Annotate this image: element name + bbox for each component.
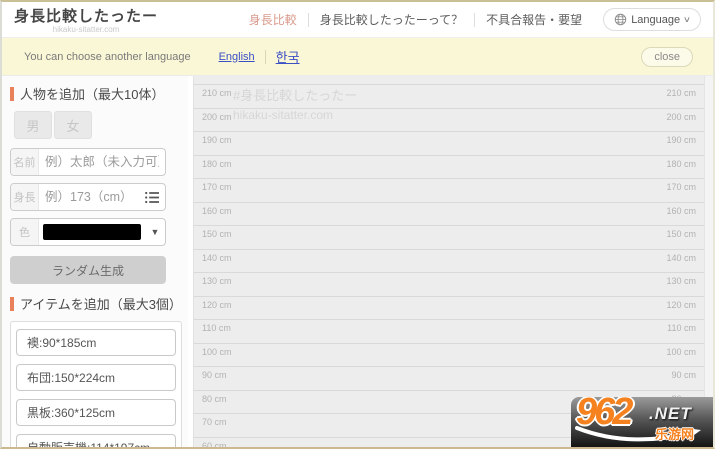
tick-label-right: 170 cm xyxy=(666,182,696,202)
color-swatch xyxy=(43,224,141,240)
name-input[interactable] xyxy=(39,155,165,169)
site-brand[interactable]: 身長比較したったー hikaku-sitatter.com xyxy=(14,5,158,34)
person-section-title: 人物を追加（最大10体） xyxy=(10,84,188,103)
tick-label-left: 70 cm xyxy=(202,417,227,437)
name-field-group: 名前 xyxy=(10,148,166,176)
item-panel: 襖:90*185cm 布団:150*224cm 黒板:360*125cm 自動販売機:… xyxy=(10,321,182,449)
tick-label-right: 210 cm xyxy=(666,88,696,108)
scale-row: 130 cm 130 cm xyxy=(194,272,704,296)
chart-scrollbar[interactable] xyxy=(704,76,713,449)
962-domain: .NET xyxy=(649,404,692,424)
tick-label-left: 90 cm xyxy=(202,370,227,390)
site-subtitle: hikaku-sitatter.com xyxy=(14,25,158,34)
tick-label-left: 180 cm xyxy=(202,159,232,179)
tick-label-right: 140 cm xyxy=(666,253,696,273)
height-field-group: 身長 xyxy=(10,183,166,211)
tick-label-right: 90 cm xyxy=(671,370,696,390)
nav-item-about[interactable]: 身長比較したったーって？ xyxy=(309,11,474,28)
item-section-title: アイテムを追加（最大3個） xyxy=(10,294,188,313)
scale-row: 90 cm 90 cm xyxy=(194,366,704,390)
scale-row: 200 cm 200 cm xyxy=(194,108,704,132)
height-list-icon[interactable] xyxy=(139,191,165,204)
height-chart: 210 cm210 cm200 cm200 cm190 cm190 cm180 … xyxy=(193,76,713,449)
tick-label-left: 190 cm xyxy=(202,135,232,155)
tick-label-right: 110 cm xyxy=(667,323,696,343)
tick-label-right: 200 cm xyxy=(666,112,696,132)
tick-label-right: 180 cm xyxy=(666,159,696,179)
language-banner: You can choose another language English … xyxy=(2,38,713,76)
tick-label-right: 160 cm xyxy=(666,206,696,226)
random-generate-button[interactable]: ランダム生成 xyxy=(10,256,166,284)
dropdown-arrow-icon: ▼ xyxy=(145,227,165,237)
color-field-group[interactable]: 色 ▼ xyxy=(10,218,166,246)
tick-label-left: 80 cm xyxy=(202,394,227,414)
tick-label-left: 210 cm xyxy=(202,88,232,108)
accent-bar xyxy=(10,297,14,311)
scale-row: 120 cm 120 cm xyxy=(194,296,704,320)
item-button[interactable]: 黒板:360*125cm xyxy=(16,399,176,426)
language-link-korean[interactable]: 한국 xyxy=(276,47,300,66)
962-sitename: 乐游网 xyxy=(655,424,694,443)
scale-row: 160 cm 160 cm xyxy=(194,202,704,226)
item-button[interactable]: 襖:90*185cm xyxy=(16,329,176,356)
height-input[interactable] xyxy=(39,190,139,204)
globe-icon xyxy=(614,13,627,26)
scale-row: 110 cm 110 cm xyxy=(194,319,704,343)
person-section-title-label: 人物を追加（最大10体） xyxy=(20,84,164,103)
tick-label-left: 160 cm xyxy=(202,206,232,226)
tick-label-left: 120 cm xyxy=(202,300,232,320)
sidebar: 人物を追加（最大10体） 男 女 名前 身長 xyxy=(2,76,188,449)
scale-row: 100 cm 100 cm xyxy=(194,343,704,367)
tick-label-left: 170 cm xyxy=(202,182,232,202)
962net-watermark: 962 .NET 乐游网 xyxy=(571,397,713,447)
gender-tabs: 男 女 xyxy=(14,111,188,139)
tick-label-right: 100 cm xyxy=(666,347,696,367)
nav-item-height-compare[interactable]: 身長比較 xyxy=(238,11,308,28)
color-field-label: 色 xyxy=(11,219,39,245)
language-button-label: Language xyxy=(631,14,680,26)
accent-bar xyxy=(10,87,14,101)
scale-row: 140 cm 140 cm xyxy=(194,249,704,273)
scale-row: 190 cm 190 cm xyxy=(194,131,704,155)
tick-label-right: 130 cm xyxy=(666,276,696,296)
height-field-label: 身長 xyxy=(11,184,39,210)
language-link-english[interactable]: English xyxy=(219,51,255,63)
tick-label-left: 140 cm xyxy=(202,253,232,273)
height-scale: 210 cm210 cm200 cm200 cm190 cm190 cm180 … xyxy=(194,76,704,449)
banner-message: You can choose another language xyxy=(24,51,191,63)
header: 身長比較したったー hikaku-sitatter.com 身長比較 身長比較し… xyxy=(2,2,713,38)
item-button[interactable]: 自動販売機:114*197cm xyxy=(16,434,176,449)
gender-tab-male[interactable]: 男 xyxy=(14,111,52,139)
scale-row: 180 cm 180 cm xyxy=(194,155,704,179)
banner-links: English 한국 xyxy=(219,47,300,66)
tick-label-right: 120 cm xyxy=(666,300,696,320)
header-nav: 身長比較 身長比較したったーって？ 不具合報告・要望 Language ∨ xyxy=(238,8,713,31)
language-button[interactable]: Language ∨ xyxy=(603,8,701,31)
page: 身長比較したったー hikaku-sitatter.com 身長比較 身長比較し… xyxy=(0,0,715,449)
tick-label-right: 190 cm xyxy=(666,135,696,155)
962-number: 962 xyxy=(576,397,630,434)
scale-row: 210 cm 210 cm xyxy=(194,84,704,108)
close-button[interactable]: close xyxy=(641,47,693,67)
main-content: 人物を追加（最大10体） 男 女 名前 身長 xyxy=(2,76,713,449)
chevron-down-icon: ∨ xyxy=(683,15,691,24)
item-button[interactable]: 布団:150*224cm xyxy=(16,364,176,391)
tick-label-left: 110 cm xyxy=(202,323,231,343)
gender-tab-female[interactable]: 女 xyxy=(54,111,92,139)
banner-divider xyxy=(265,50,266,64)
item-section-title-label: アイテムを追加（最大3個） xyxy=(20,294,182,313)
name-field-label: 名前 xyxy=(11,149,39,175)
tick-label-left: 100 cm xyxy=(202,347,232,367)
tick-label-left: 130 cm xyxy=(202,276,232,296)
tick-label-left: 150 cm xyxy=(202,229,232,249)
color-swatch-area xyxy=(39,224,145,240)
scale-row: 170 cm 170 cm xyxy=(194,178,704,202)
tick-label-right: 150 cm xyxy=(666,229,696,249)
tick-label-left: 200 cm xyxy=(202,112,232,132)
site-title: 身長比較したったー xyxy=(14,5,158,26)
tick-label-left: 60 cm xyxy=(202,441,227,449)
scale-row: 150 cm 150 cm xyxy=(194,225,704,249)
nav-item-bug-report[interactable]: 不具合報告・要望 xyxy=(475,11,593,28)
